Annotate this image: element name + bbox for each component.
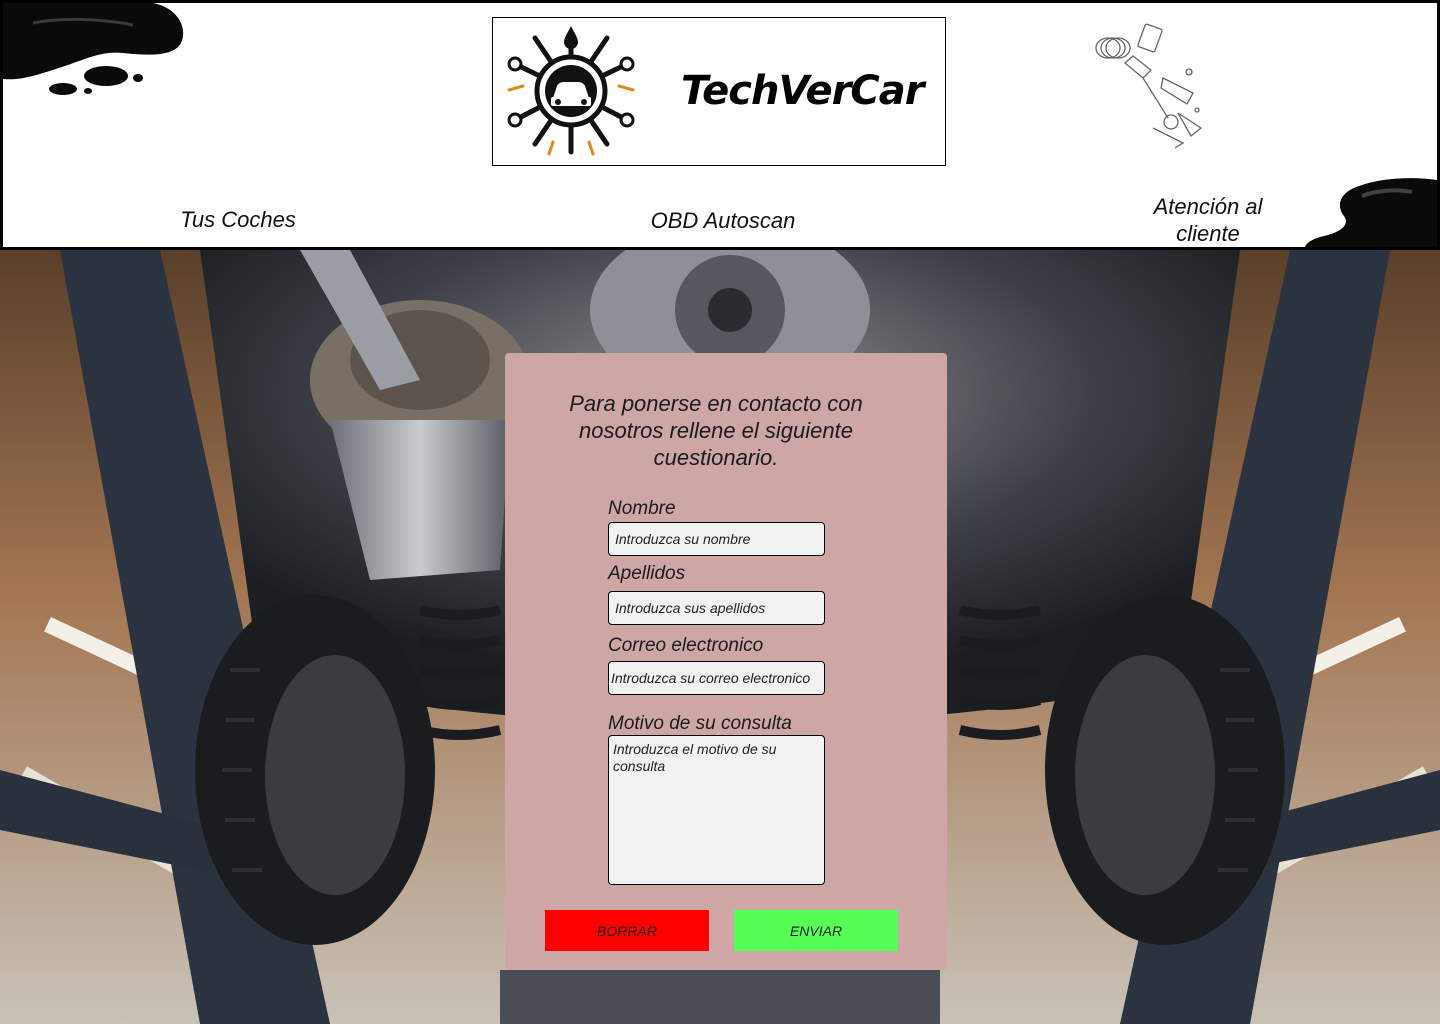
oil-spill-icon <box>3 3 184 95</box>
apellidos-input[interactable]: Introduzca sus apellidos <box>608 591 825 625</box>
form-intro-text: Para ponerse en contacto con nosotros re… <box>569 391 863 470</box>
correo-input[interactable]: Introduzca su correo electronico <box>608 661 825 695</box>
engine-parts-sketch-icon <box>1095 23 1203 149</box>
motivo-label: Motivo de su consulta <box>608 713 792 734</box>
motivo-textarea[interactable]: Introduzca el motivo de su consulta <box>608 735 825 885</box>
apellidos-label: Apellidos <box>608 563 686 584</box>
nav-tus-coches[interactable]: Tus Coches <box>163 206 313 233</box>
mechanic-emblem-icon <box>507 26 635 156</box>
borrar-button[interactable]: BORRAR <box>545 910 709 951</box>
nav-atencion-cliente[interactable]: Atención al cliente <box>1133 193 1283 247</box>
nombre-input[interactable]: Introduzca su nombre <box>608 522 825 556</box>
site-header: TechVerCar Tus Coches OBD Autoscan Atenc… <box>0 0 1440 250</box>
nav-obd-autoscan[interactable]: OBD Autoscan <box>633 207 813 234</box>
logo-box[interactable]: TechVerCar <box>492 17 946 166</box>
nombre-label: Nombre <box>608 498 676 519</box>
enviar-button[interactable]: ENVIAR <box>734 910 898 951</box>
oil-spill-icon <box>1305 178 1437 247</box>
correo-label: Correo electronico <box>608 635 764 656</box>
brand-name: TechVerCar <box>681 68 924 114</box>
contact-form-panel: Para ponerse en contacto con nosotros re… <box>505 353 947 970</box>
